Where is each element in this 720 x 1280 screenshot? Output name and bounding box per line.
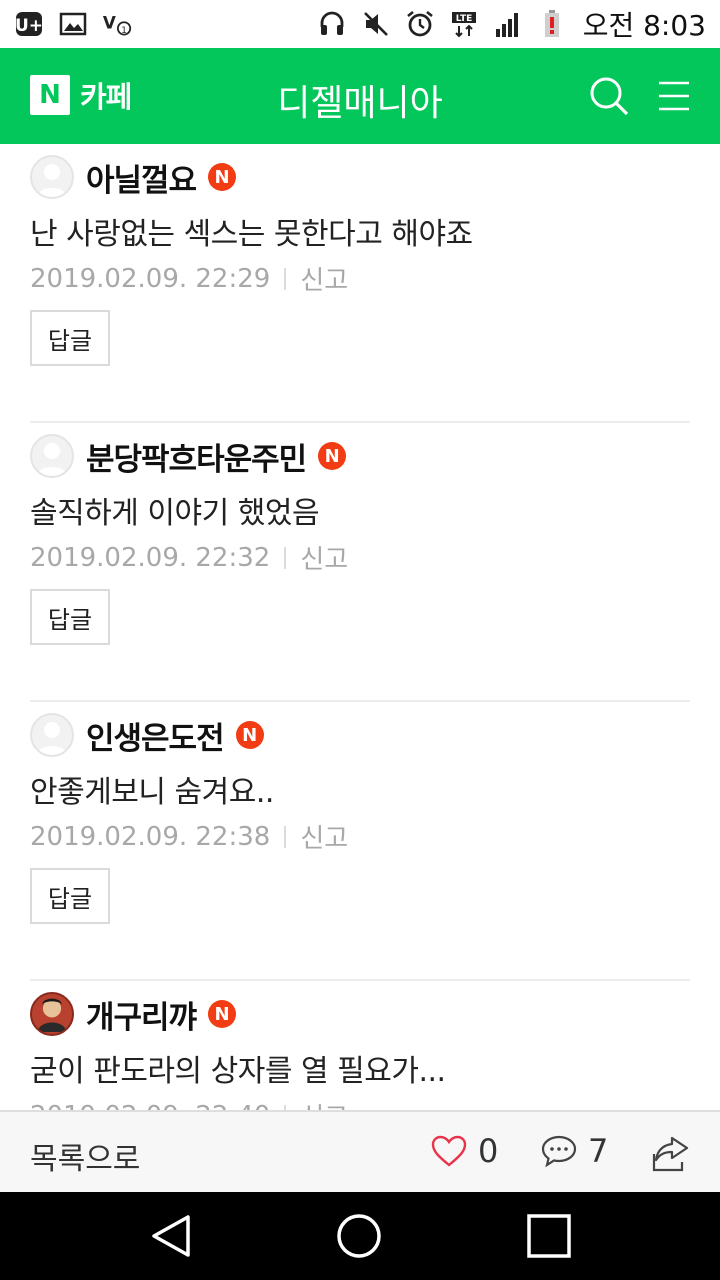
naver-n-badge-icon: N: [208, 1000, 237, 1028]
comment-author-row[interactable]: 분당팍흐타운주민 N: [30, 433, 347, 479]
comment-author: 개구리꺄: [86, 999, 197, 1036]
comment-author: 아닐껄요: [86, 162, 197, 199]
screen: U+ V1 LTE 오전 8:03 N 카페 디젤매니아 아닐껄요 N 난 사랑…: [0, 0, 720, 1280]
comment-item: 아닐껄요 N 난 사랑없는 섹스는 못한다고 해야죠 2019.02.09. 2…: [0, 144, 720, 423]
comment-bubble-icon: [541, 1135, 577, 1168]
volte-icon: V1: [102, 9, 132, 39]
reply-button[interactable]: 답글: [30, 868, 110, 924]
back-to-list-link[interactable]: 목록으로: [30, 1134, 140, 1178]
naver-n-badge-icon: N: [208, 163, 237, 191]
svg-text:1: 1: [121, 26, 127, 36]
bottom-toolbar: 목록으로 0 7: [0, 1110, 720, 1192]
status-right: LTE 오전 8:03: [317, 4, 706, 44]
default-avatar-icon: [30, 155, 74, 199]
comment-count: 7: [588, 1132, 609, 1170]
nav-recent-apps-button[interactable]: [524, 1211, 574, 1261]
status-left: U+ V1: [14, 9, 132, 39]
svg-text:V: V: [103, 12, 116, 32]
comment-meta: 2019.02.09. 22:40 신고: [30, 1097, 348, 1110]
comment-item: 개구리꺄 N 굳이 판도라의 상자를 열 필요가... 2019.02.09. …: [0, 981, 720, 1110]
comment-author: 인생은도전: [86, 720, 225, 757]
reply-button[interactable]: 답글: [30, 310, 110, 366]
comment-author-row[interactable]: 아닐껄요 N: [30, 154, 237, 200]
hamburger-menu-icon: [659, 81, 689, 111]
lte-icon: LTE: [449, 9, 479, 39]
comment-list: 아닐껄요 N 난 사랑없는 섹스는 못한다고 해야죠 2019.02.09. 2…: [0, 144, 720, 1110]
comment-count-button[interactable]: 7: [540, 1132, 608, 1170]
default-avatar-icon: [30, 434, 74, 478]
comment-meta: 2019.02.09. 22:32 신고: [30, 539, 348, 576]
search-icon: [590, 77, 629, 116]
comment-author: 분당팍흐타운주민: [86, 441, 307, 478]
comment-date: 2019.02.09. 22:29: [30, 263, 271, 294]
meta-divider: [284, 825, 287, 848]
comment-meta: 2019.02.09. 22:38 신고: [30, 818, 348, 855]
status-bar: U+ V1 LTE 오전 8:03: [0, 0, 720, 48]
like-button[interactable]: 0: [430, 1132, 498, 1170]
svg-text:LTE: LTE: [455, 14, 472, 24]
menu-button[interactable]: [650, 72, 698, 120]
report-link[interactable]: 신고: [300, 1097, 348, 1110]
naver-n-badge-icon: N: [235, 721, 264, 749]
report-link[interactable]: 신고: [300, 818, 348, 855]
battery-low-icon: [537, 9, 567, 39]
share-icon: [652, 1136, 689, 1172]
like-count: 0: [478, 1132, 499, 1170]
naver-n-badge-icon: N: [318, 442, 347, 470]
system-nav-bar: [0, 1192, 720, 1280]
back-triangle-icon: [152, 1215, 190, 1257]
status-time: 오전 8:03: [582, 9, 706, 42]
home-circle-icon: [337, 1214, 381, 1258]
uplus-icon: U+: [14, 9, 44, 39]
comment-text: 안좋게보니 숨겨요..: [30, 775, 274, 810]
user-photo-avatar: [30, 992, 74, 1036]
meta-divider: [284, 546, 287, 569]
comment-item: 인생은도전 N 안좋게보니 숨겨요.. 2019.02.09. 22:38 신고…: [0, 702, 720, 981]
comment-text: 굳이 판도라의 상자를 열 필요가...: [30, 1054, 446, 1089]
comment-author-row[interactable]: 인생은도전 N: [30, 712, 264, 758]
comment-text: 솔직하게 이야기 했었음: [30, 496, 320, 531]
svg-text:U+: U+: [15, 16, 43, 36]
report-link[interactable]: 신고: [300, 260, 348, 297]
mute-icon: [361, 9, 391, 39]
app-header: N 카페 디젤매니아: [0, 48, 720, 144]
nav-home-button[interactable]: [334, 1211, 384, 1261]
heart-icon: [431, 1135, 467, 1167]
comment-meta: 2019.02.09. 22:29 신고: [30, 260, 348, 297]
comment-date: 2019.02.09. 22:38: [30, 821, 271, 852]
recent-apps-square-icon: [527, 1214, 571, 1258]
meta-divider: [284, 267, 287, 290]
search-button[interactable]: [585, 72, 633, 120]
image-icon: [58, 9, 88, 39]
reply-button[interactable]: 답글: [30, 589, 110, 645]
default-avatar-icon: [30, 713, 74, 757]
comment-text: 난 사랑없는 섹스는 못한다고 해야죠: [30, 217, 473, 252]
alarm-icon: [405, 9, 435, 39]
signal-icon: [493, 9, 523, 39]
headset-icon: [317, 9, 347, 39]
nav-back-button[interactable]: [146, 1211, 196, 1261]
comment-author-row[interactable]: 개구리꺄 N: [30, 991, 237, 1037]
report-link[interactable]: 신고: [300, 539, 348, 576]
comment-date: 2019.02.09. 22:40: [30, 1101, 270, 1111]
comment-date: 2019.02.09. 22:32: [30, 542, 271, 573]
share-button[interactable]: [650, 1132, 692, 1174]
comment-item: 분당팍흐타운주민 N 솔직하게 이야기 했었음 2019.02.09. 22:3…: [0, 423, 720, 702]
